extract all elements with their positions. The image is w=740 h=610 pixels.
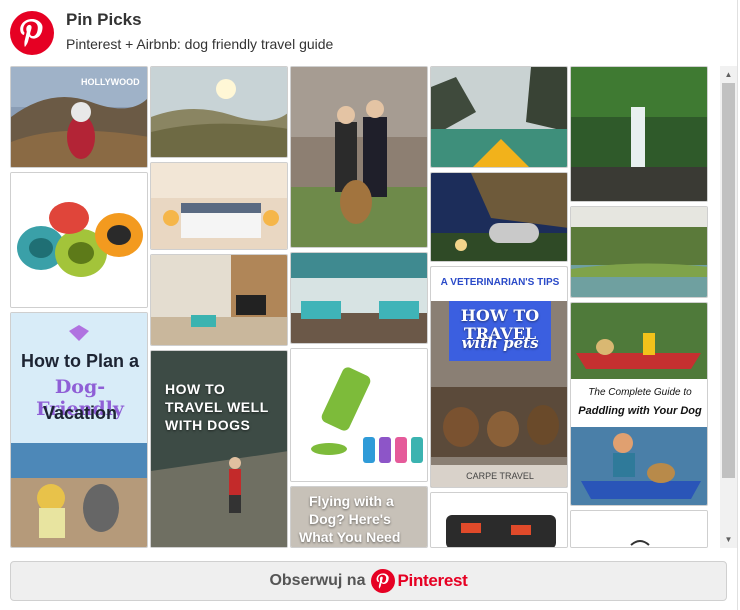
pin-living-room[interactable] (150, 254, 288, 346)
pin-water-bottle[interactable] (290, 348, 428, 482)
pin-plan-line-1: How to Plan a (20, 351, 139, 371)
pin-travel-well-line-3: WITH DOGS (165, 417, 251, 433)
pin-flying-line-2: Dog? Here's (309, 511, 391, 527)
pin-plan-line-3: Vacation (42, 403, 118, 423)
pin-travel-well-dogs[interactable]: HOW TO TRAVEL WELL WITH DOGS (150, 350, 288, 548)
pin-vet-banner: A VETERINARIAN'S TIPS (440, 277, 560, 288)
pin-paddling-line-1: The Complete Guide to (588, 387, 692, 398)
scroll-down-arrow-icon[interactable]: ▼ (720, 531, 737, 548)
follow-on-pinterest-button[interactable]: Obserwuj na Pinterest (10, 561, 727, 601)
pin-lake-trees[interactable] (570, 206, 708, 298)
pin-travel-well-line-1: HOW TO (165, 381, 226, 397)
pin-picks-widget: Pin Picks Pinterest + Airbnb: dog friend… (0, 0, 738, 610)
pin-dog-gear[interactable] (430, 492, 568, 548)
pin-vet-script: with pets (461, 334, 539, 352)
pin-bedroom[interactable] (150, 162, 288, 250)
scroll-up-arrow-icon[interactable]: ▲ (720, 66, 737, 83)
board-subtitle[interactable]: Pinterest + Airbnb: dog friendly travel … (66, 36, 333, 52)
svg-text:HOLLYWOOD: HOLLYWOOD (81, 77, 140, 87)
pinterest-wordmark: Pinterest (397, 571, 468, 590)
pin-waterfall[interactable] (570, 66, 708, 202)
pinterest-logo-icon[interactable] (10, 11, 54, 55)
pin-kayak-cliffs[interactable] (430, 66, 568, 168)
pin-grid: HOLLYWOOD How to Plan a Dog-Friendly Vac… (8, 66, 718, 548)
pin-bottom-partial[interactable] (570, 510, 708, 548)
pin-couple-with-dog[interactable] (290, 66, 428, 248)
follow-button-content: Obserwuj na Pinterest (11, 562, 726, 600)
widget-title[interactable]: Pin Picks (66, 10, 142, 30)
pin-flying-with-dog[interactable]: Flying with a Dog? Here's What You Need (290, 486, 428, 548)
follow-label: Obserwuj na (269, 572, 366, 589)
grid-scrollbar[interactable]: ▲ ▼ (720, 66, 737, 548)
pin-airstream[interactable] (430, 172, 568, 262)
pin-travel-well-line-2: TRAVEL WELL (165, 399, 269, 415)
pin-flying-line-3: What You Need (299, 529, 401, 545)
pin-paddling-line-2: Paddling with Your Dog (578, 405, 702, 417)
pinterest-p-icon (371, 569, 396, 593)
scroll-thumb[interactable] (722, 83, 735, 478)
pin-hill-view[interactable] (150, 66, 288, 158)
pin-travel-bowls[interactable] (10, 172, 148, 308)
pin-paddling-guide[interactable]: The Complete Guide to Paddling with Your… (570, 302, 708, 506)
widget-header: Pin Picks Pinterest + Airbnb: dog friend… (0, 0, 738, 62)
pin-flying-line-1: Flying with a (309, 493, 394, 509)
pin-plan-vacation[interactable]: How to Plan a Dog-Friendly Vacation (10, 312, 148, 548)
pin-hollywood-dog[interactable]: HOLLYWOOD (10, 66, 148, 168)
pin-train-interior[interactable] (290, 252, 428, 344)
pin-vet-footer: CARPE TRAVEL (466, 471, 534, 481)
pin-vet-tips[interactable]: A VETERINARIAN'S TIPS HOW TO TRAVEL with… (430, 266, 568, 488)
